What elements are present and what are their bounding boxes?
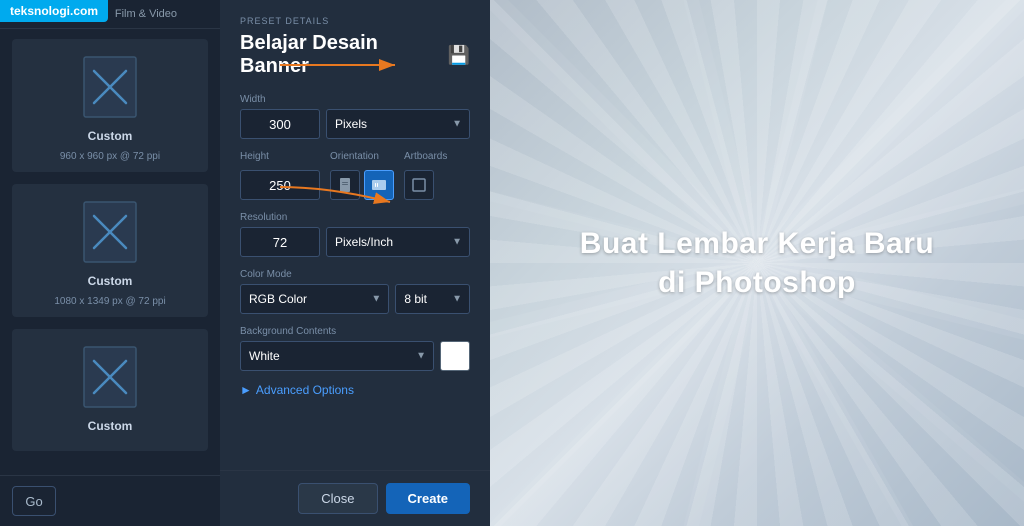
chevron-right-icon: ► [240, 383, 252, 397]
resolution-label: Resolution [240, 212, 470, 223]
portrait-button[interactable] [330, 170, 360, 200]
save-icon[interactable]: 💾 [448, 45, 470, 66]
resolution-input[interactable] [240, 227, 320, 257]
artboards-label: Artboards [404, 151, 447, 162]
height-label: Height [240, 151, 320, 162]
preset-label-3: Custom [88, 419, 133, 433]
preset-label-2: Custom [88, 274, 133, 288]
background-select-wrapper: White Black Background Color Transparent… [240, 341, 434, 371]
resolution-row: Pixels/Inch Pixels/cm ▼ [240, 227, 470, 257]
preset-card-2[interactable]: Custom 1080 x 1349 px @ 72 ppi [12, 184, 208, 317]
orientation-label: Orientation [330, 151, 394, 162]
preset-list: Custom 960 x 960 px @ 72 ppi Custom 1080… [0, 29, 220, 475]
sidebar: Art & Mobile Film & Video Custom 960 x 9… [0, 0, 220, 526]
preset-sublabel-2: 1080 x 1349 px @ 72 ppi [54, 296, 165, 307]
preset-icon-3 [80, 343, 140, 411]
close-button[interactable]: Close [298, 483, 377, 514]
resolution-unit-select[interactable]: Pixels/Inch Pixels/cm [326, 227, 470, 257]
preset-label-1: Custom [88, 129, 133, 143]
right-panel-title-line1: Buat Lembar Kerja Baru [580, 224, 934, 263]
height-input[interactable] [240, 170, 320, 200]
artboard-toggle[interactable] [404, 170, 434, 200]
orientation-buttons [330, 170, 394, 200]
preset-icon-1 [80, 53, 140, 121]
width-unit-wrapper: Pixels Inches cm ▼ [326, 109, 470, 139]
orientation-group: Orientation [330, 151, 394, 200]
width-row: Pixels Inches cm ▼ [240, 109, 470, 139]
create-button[interactable]: Create [386, 483, 470, 514]
background-label: Background Contents [240, 326, 470, 337]
right-panel-text: Buat Lembar Kerja Baru di Photoshop [580, 224, 934, 302]
advanced-options[interactable]: ► Advanced Options [240, 383, 470, 397]
preset-card-1[interactable]: Custom 960 x 960 px @ 72 ppi [12, 39, 208, 172]
color-mode-row: RGB Color CMYK Color Grayscale ▼ 8 bit 1… [240, 284, 470, 314]
background-field-group: Background Contents White Black Backgrou… [240, 326, 470, 371]
dialog-content: PRESET DETAILS Belajar Desain Banner 💾 W… [220, 0, 490, 470]
right-panel-title-line2: di Photoshop [580, 263, 934, 302]
background-select[interactable]: White Black Background Color Transparent [240, 341, 434, 371]
bit-depth-wrapper: 8 bit 16 bit 32 bit ▼ [395, 284, 470, 314]
background-row: White Black Background Color Transparent… [240, 341, 470, 371]
sidebar-tab-film[interactable]: Film & Video [105, 0, 187, 28]
height-orient-row: Height Orientation [240, 151, 470, 200]
color-mode-field-group: Color Mode RGB Color CMYK Color Grayscal… [240, 269, 470, 314]
height-field-group: Height Orientation [240, 151, 470, 200]
bit-depth-select[interactable]: 8 bit 16 bit 32 bit [395, 284, 470, 314]
artboards-group: Artboards [404, 151, 447, 200]
resolution-unit-wrapper: Pixels/Inch Pixels/cm ▼ [326, 227, 470, 257]
width-field-group: Width Pixels Inches cm ▼ [240, 94, 470, 139]
color-mode-label: Color Mode [240, 269, 470, 280]
landscape-button[interactable] [364, 170, 394, 200]
new-document-dialog: PRESET DETAILS Belajar Desain Banner 💾 W… [220, 0, 490, 526]
width-unit-select[interactable]: Pixels Inches cm [326, 109, 470, 139]
resolution-field-group: Resolution Pixels/Inch Pixels/cm ▼ [240, 212, 470, 257]
color-mode-wrapper: RGB Color CMYK Color Grayscale ▼ [240, 284, 389, 314]
preset-icon-2 [80, 198, 140, 266]
background-color-swatch[interactable] [440, 341, 470, 371]
dialog-footer: Close Create [220, 470, 490, 526]
width-input[interactable] [240, 109, 320, 139]
advanced-options-label: Advanced Options [256, 383, 354, 397]
preset-sublabel-1: 960 x 960 px @ 72 ppi [60, 151, 160, 162]
go-button[interactable]: Go [12, 486, 56, 516]
sidebar-bottom: Go [0, 475, 220, 526]
right-panel: Buat Lembar Kerja Baru di Photoshop [490, 0, 1024, 526]
dialog-title: Belajar Desain Banner [240, 32, 448, 78]
width-label: Width [240, 94, 470, 105]
dialog-title-row: Belajar Desain Banner 💾 [240, 32, 470, 78]
color-mode-select[interactable]: RGB Color CMYK Color Grayscale [240, 284, 389, 314]
preset-card-3[interactable]: Custom [12, 329, 208, 451]
preset-details-label: PRESET DETAILS [240, 16, 470, 26]
teksnologi-badge: teksnologi.com [0, 0, 108, 22]
